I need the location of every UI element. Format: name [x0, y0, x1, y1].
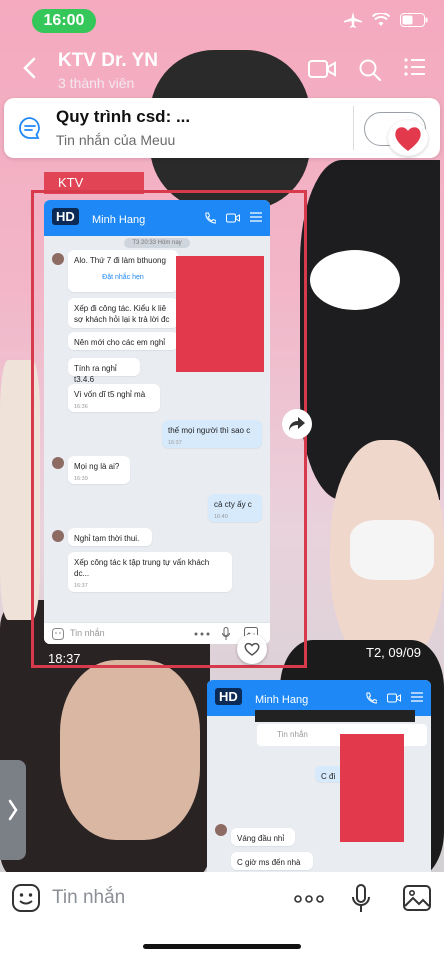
message-bubble: Xếp công tác k tập trung tự vấn khách dc…: [68, 552, 232, 592]
overlay-time-right: T2, 09/09: [366, 645, 421, 660]
menu-icon: [411, 692, 423, 702]
heart-icon: [395, 127, 421, 151]
inner-contact-name: Minh Hang: [92, 214, 146, 226]
message-bubble: Váng đầu nhỉ: [231, 828, 295, 846]
menu-icon: [250, 212, 262, 222]
share-button[interactable]: [282, 409, 312, 439]
inner-photo-strip: [255, 710, 415, 722]
back-icon[interactable]: [22, 56, 36, 84]
inner-chat-header: HD Minh Hang: [44, 200, 270, 236]
airplane-icon: [344, 12, 362, 28]
emoji-icon[interactable]: [12, 884, 40, 912]
member-count[interactable]: 3 thành viên: [58, 75, 134, 91]
share-icon: [289, 417, 305, 431]
inner-input-placeholder: Tin nhắn: [70, 628, 105, 638]
video-call-icon[interactable]: [308, 58, 336, 80]
message-bubble: Nên mới cho các em nghỉ: [68, 332, 178, 350]
emoji-icon: [52, 628, 64, 640]
message-input[interactable]: Tin nhắn: [52, 887, 125, 909]
divider: [353, 106, 354, 150]
chevron-right-icon: [8, 799, 18, 821]
search-icon[interactable]: [358, 58, 382, 82]
avatar: [52, 457, 64, 469]
mic-icon: [222, 627, 230, 640]
chat-title[interactable]: KTV Dr. YN: [58, 50, 158, 72]
message-bubble: C giờ ms đến nhà: [231, 852, 313, 870]
message-bubble: Mọi ng là ai? 16:39: [68, 456, 130, 484]
battery-icon: [400, 13, 428, 27]
overlay-time-left: 18:37: [48, 651, 81, 666]
video-icon: [226, 213, 240, 223]
inner-contact-name: Minh Hang: [255, 694, 309, 706]
menu-icon[interactable]: [404, 58, 426, 76]
avatar: [215, 824, 227, 836]
wifi-icon: [372, 13, 390, 26]
message-bubble: Vì vốn dĩ t5 nghỉ mà 16:36: [68, 384, 160, 412]
avatar: [52, 253, 64, 265]
message-bubble: Xếp đi công tác. Kiểu k liê sợ khách hỏi…: [68, 298, 178, 328]
inner-input-bar: Tin nhắn: [44, 622, 270, 644]
status-time: 16:00: [32, 9, 96, 33]
home-indicator[interactable]: [143, 944, 301, 949]
hd-badge: HD: [52, 208, 79, 225]
pinned-subtitle: Tin nhắn của Meuu: [56, 132, 176, 148]
side-expand-tab[interactable]: [0, 760, 26, 860]
chat-header: KTV Dr. YN 3 thành viên: [0, 42, 444, 100]
hd-badge: HD: [215, 688, 242, 705]
inner-input-placeholder: Tin nhắn: [277, 730, 308, 739]
message-bubble: Tính ra nghỉ t3.4.6: [68, 358, 140, 384]
more-icon[interactable]: [294, 895, 324, 903]
message-bubble-own: cả cty ấy c 16:40: [208, 494, 262, 522]
reaction-heart-button[interactable]: [388, 120, 428, 156]
more-icon: [194, 632, 210, 636]
avatar: [52, 530, 64, 542]
phone-icon: [205, 212, 216, 224]
pinned-message[interactable]: Quy trình csd: ... Tin nhắn của Meuu: [4, 98, 440, 158]
reaction-heart-button[interactable]: [237, 634, 267, 664]
phone-icon: [366, 692, 377, 704]
message-bubble-own: thế mọi người thì sao c 16:37: [162, 420, 262, 448]
status-bar: 16:00: [0, 0, 444, 42]
redaction-block: [176, 256, 264, 372]
image-icon[interactable]: [403, 885, 431, 911]
redaction-block: [340, 734, 404, 842]
message-bubble: Nghỉ tạm thời thui.: [68, 528, 152, 546]
message-bubble: Alo. Thứ 7 đi làm bthuong Đặt nhắc hẹn: [68, 250, 178, 292]
date-divider: T3 20:33 Hôm nay: [124, 238, 190, 248]
video-icon: [387, 693, 401, 703]
chat-bubble-icon: [19, 117, 40, 139]
heart-icon: [244, 642, 260, 656]
mic-icon[interactable]: [351, 884, 371, 914]
pinned-title: Quy trình csd: ...: [56, 107, 191, 126]
